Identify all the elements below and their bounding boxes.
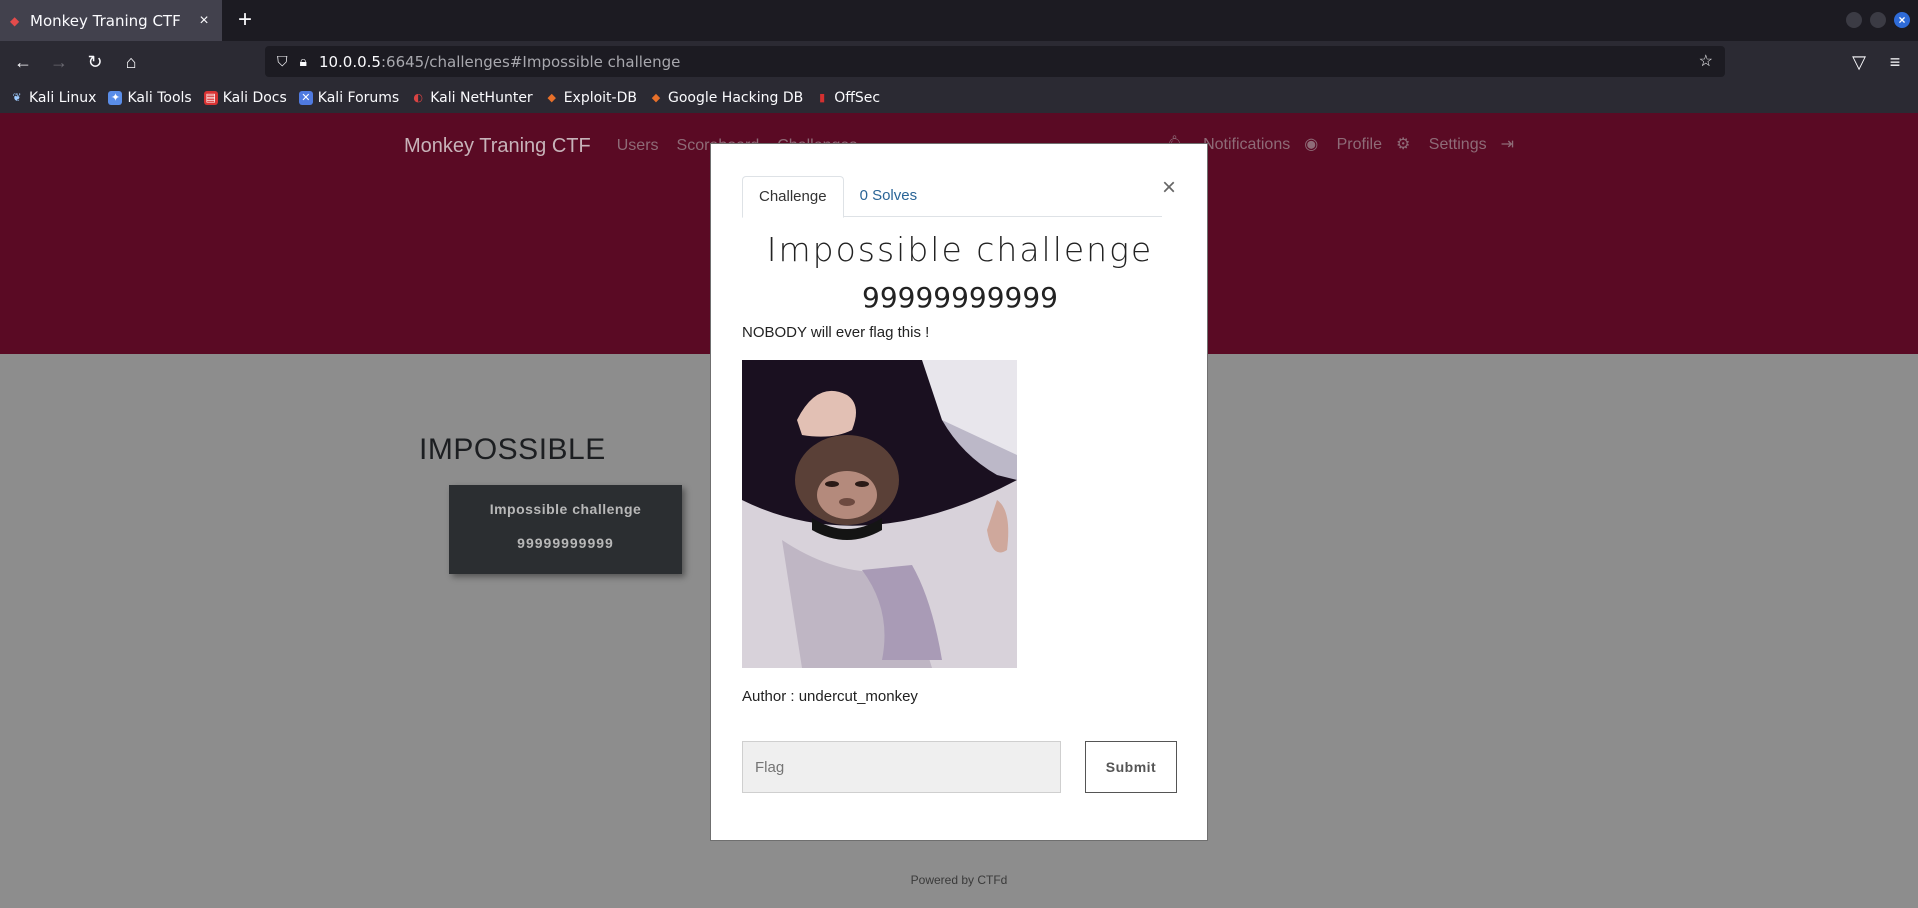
bookmark-label: Kali Linux bbox=[29, 90, 97, 106]
offsec-icon: ▮ bbox=[819, 91, 826, 104]
category-title: IMPOSSIBLE bbox=[419, 433, 606, 466]
bookmark-star-icon[interactable]: ☆ bbox=[1699, 51, 1713, 71]
challenge-card-value: 99999999999 bbox=[517, 535, 614, 551]
close-window-button[interactable]: × bbox=[1894, 12, 1910, 28]
tab-solves[interactable]: 0 Solves bbox=[844, 176, 934, 217]
challenge-title: Impossible challenge bbox=[766, 230, 1154, 269]
back-arrow-icon[interactable]: ← bbox=[10, 49, 36, 75]
bookmark-label: OffSec bbox=[834, 90, 881, 106]
forward-arrow-icon[interactable]: → bbox=[46, 49, 72, 75]
flag-input[interactable] bbox=[742, 741, 1061, 793]
bookmark-google-hacking-db[interactable]: ◆ Google Hacking DB bbox=[649, 90, 803, 106]
bookmarks-bar: ❦ Kali Linux ✦ Kali Tools ▤ Kali Docs ✕ … bbox=[0, 83, 1918, 113]
browser-tab-bar: ◆ Monkey Traning CTF × + × bbox=[0, 0, 1918, 41]
kali-docs-icon: ▤ bbox=[203, 91, 218, 105]
kali-tools-icon: ✦ bbox=[108, 91, 123, 105]
bookmark-label: Google Hacking DB bbox=[667, 90, 804, 106]
bookmark-offsec[interactable]: ▮ OffSec bbox=[815, 90, 880, 106]
bookmark-label: Kali Forums bbox=[317, 90, 400, 106]
bookmark-kali-docs[interactable]: ▤ Kali Docs bbox=[203, 90, 287, 106]
monkey-haircut-image bbox=[742, 360, 1017, 668]
kali-forums-icon: ✕ bbox=[298, 91, 313, 105]
challenge-value: 99999999999 bbox=[862, 281, 1058, 314]
lock-icon[interactable]: 🔒︎ bbox=[300, 53, 307, 70]
kali-dragon-icon: ❦ bbox=[12, 91, 22, 104]
maximize-window-button[interactable] bbox=[1870, 12, 1886, 28]
submit-button[interactable]: Submit bbox=[1085, 741, 1177, 793]
bookmark-label: Kali Tools bbox=[127, 90, 192, 106]
bookmark-label: Kali Docs bbox=[222, 90, 287, 106]
pocket-icon[interactable]: ▽ bbox=[1846, 49, 1872, 75]
exploitdb-icon: ◆ bbox=[547, 91, 556, 104]
challenge-modal: × Challenge 0 Solves Impossible challeng… bbox=[710, 143, 1208, 841]
address-bar[interactable]: ⛉ 🔒︎ 10.0.0.5 :6645/challenges#Impossibl… bbox=[265, 46, 1725, 77]
tab-challenge[interactable]: Challenge bbox=[742, 176, 844, 218]
logout-icon[interactable]: ⇥ bbox=[1501, 134, 1514, 154]
menu-hamburger-icon[interactable]: ≡ bbox=[1882, 49, 1908, 75]
challenge-card-name: Impossible challenge bbox=[489, 501, 642, 517]
nav-profile[interactable]: ◉ Profile bbox=[1304, 134, 1382, 154]
challenge-author: Author : undercut_monkey bbox=[742, 688, 918, 705]
bookmark-kali-forums[interactable]: ✕ Kali Forums bbox=[298, 90, 400, 106]
shield-icon[interactable]: ⛉ bbox=[277, 53, 288, 70]
ctfd-favicon-icon: ◆ bbox=[10, 13, 20, 28]
tab-close-icon[interactable]: × bbox=[196, 12, 212, 30]
reload-icon[interactable]: ↻ bbox=[82, 49, 108, 75]
browser-tab[interactable]: ◆ Monkey Traning CTF × bbox=[0, 0, 222, 41]
bookmark-label: Exploit-DB bbox=[563, 90, 637, 106]
new-tab-button[interactable]: + bbox=[232, 8, 258, 34]
nav-settings[interactable]: ⚙ Settings bbox=[1396, 134, 1487, 154]
bookmark-exploit-db[interactable]: ◆ Exploit-DB bbox=[545, 90, 637, 106]
url-host: 10.0.0.5 bbox=[318, 52, 381, 71]
nav-settings-label: Settings bbox=[1428, 136, 1487, 153]
bookmark-kali-nethunter[interactable]: ◐ Kali NetHunter bbox=[411, 90, 532, 106]
tab-title: Monkey Traning CTF bbox=[30, 11, 181, 30]
browser-toolbar: ← → ↻ ⌂ ⛉ 🔒︎ 10.0.0.5 :6645/challenges#I… bbox=[0, 41, 1918, 83]
bookmark-kali-tools[interactable]: ✦ Kali Tools bbox=[108, 90, 192, 106]
challenge-card[interactable]: Impossible challenge 99999999999 bbox=[449, 485, 682, 574]
site-brand[interactable]: Monkey Traning CTF bbox=[404, 135, 591, 158]
nav-profile-label: Profile bbox=[1336, 136, 1382, 153]
nav-notifications-label: Notifications bbox=[1203, 136, 1291, 153]
bookmark-kali-linux[interactable]: ❦ Kali Linux bbox=[10, 90, 96, 106]
challenge-description: NOBODY will ever flag this ! bbox=[742, 324, 930, 341]
modal-tabs: Challenge 0 Solves bbox=[742, 176, 1162, 218]
nethunter-icon: ◐ bbox=[413, 91, 424, 104]
minimize-window-button[interactable] bbox=[1846, 12, 1862, 28]
nav-users[interactable]: Users bbox=[617, 137, 659, 155]
bookmark-label: Kali NetHunter bbox=[430, 90, 533, 106]
ghdb-icon: ◆ bbox=[651, 91, 661, 104]
home-icon[interactable]: ⌂ bbox=[118, 49, 144, 75]
footer-powered-by[interactable]: Powered by CTFd bbox=[0, 873, 1918, 887]
url-path: :6645/challenges#Impossible challenge bbox=[380, 52, 681, 71]
